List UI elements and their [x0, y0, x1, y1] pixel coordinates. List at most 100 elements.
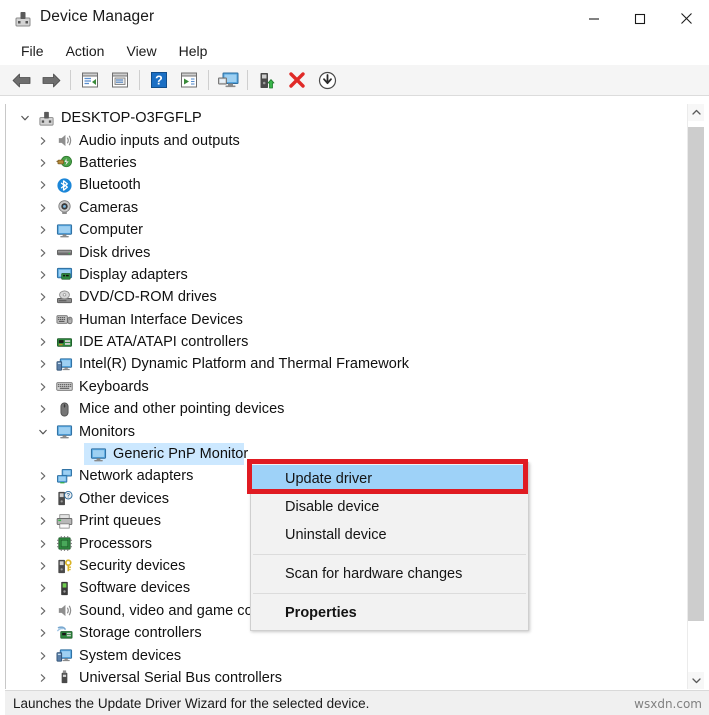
chevron-right-icon[interactable]: [32, 152, 54, 174]
chevron-right-icon[interactable]: [32, 130, 54, 152]
menu-view[interactable]: View: [115, 40, 167, 62]
context-menu-item-update-driver[interactable]: Update driver: [251, 465, 528, 493]
chevron-right-icon[interactable]: [32, 376, 54, 398]
help-button[interactable]: ?: [144, 66, 174, 94]
device-manager-icon: [14, 10, 32, 28]
monitor-icon: [54, 221, 75, 239]
context-menu-separator: [253, 593, 526, 594]
scrollbar-thumb[interactable]: [688, 127, 704, 621]
tree-item-mice-and-other-pointing-devices[interactable]: Mice and other pointing devices: [6, 398, 678, 420]
chevron-right-icon[interactable]: [32, 286, 54, 308]
context-menu-item-scan-for-hardware-changes[interactable]: Scan for hardware changes: [251, 560, 528, 588]
tree-item-keyboards[interactable]: Keyboards: [6, 376, 678, 398]
dvd-drive-icon: [54, 288, 75, 306]
chevron-down-icon[interactable]: [32, 421, 54, 443]
up-one-level-button[interactable]: [75, 66, 105, 94]
forward-button[interactable]: [36, 66, 66, 94]
tree-item-label: Intel(R) Dynamic Platform and Thermal Fr…: [79, 356, 410, 373]
uninstall-device-button[interactable]: [282, 66, 312, 94]
tree-item-label: Other devices: [79, 490, 170, 507]
tree-item-label: DESKTOP-O3FGFLP: [61, 110, 202, 127]
scrollbar-track[interactable]: [688, 121, 704, 672]
chevron-right-icon[interactable]: [32, 465, 54, 487]
tree-item-computer[interactable]: Computer: [6, 219, 678, 241]
tree-item-disk-drives[interactable]: Disk drives: [6, 241, 678, 263]
scroll-up-button[interactable]: [688, 104, 704, 121]
context-menu[interactable]: Update driver Disable device Uninstall d…: [250, 462, 529, 631]
tree-item-root[interactable]: DESKTOP-O3FGFLP: [6, 107, 678, 129]
tree-item-cameras[interactable]: Cameras: [6, 197, 678, 219]
menu-action[interactable]: Action: [55, 40, 116, 62]
minimize-button[interactable]: [571, 0, 617, 37]
chevron-right-icon[interactable]: [32, 219, 54, 241]
tree-item-audio-inputs-and-outputs[interactable]: Audio inputs and outputs: [6, 129, 678, 151]
disable-device-button[interactable]: [312, 66, 342, 94]
toolbar: ?: [0, 65, 709, 96]
chevron-right-icon[interactable]: [32, 555, 54, 577]
context-menu-item-properties[interactable]: Properties: [251, 599, 528, 627]
menu-file[interactable]: File: [10, 40, 55, 62]
chevron-right-icon[interactable]: [32, 488, 54, 510]
chevron-right-icon[interactable]: [32, 577, 54, 599]
tree-item-label: Storage controllers: [79, 625, 202, 642]
tree-item-label: Bluetooth: [79, 177, 141, 194]
chevron-right-icon[interactable]: [32, 174, 54, 196]
chevron-right-icon[interactable]: [32, 242, 54, 264]
close-button[interactable]: [663, 0, 709, 37]
scroll-down-button[interactable]: [688, 672, 704, 689]
chevron-right-icon[interactable]: [32, 197, 54, 219]
chevron-right-icon[interactable]: [32, 309, 54, 331]
scan-hardware-changes-button[interactable]: [213, 66, 243, 94]
software-device-icon: [54, 579, 75, 597]
tree-item-label: Generic PnP Monitor: [113, 446, 249, 463]
camera-icon: [54, 199, 75, 217]
system-device-icon: [54, 647, 75, 665]
tree-item-label: System devices: [79, 647, 182, 664]
tree-item-label: Mice and other pointing devices: [79, 401, 285, 418]
tree-item-label: Disk drives: [79, 244, 151, 261]
maximize-button[interactable]: [617, 0, 663, 37]
chevron-right-icon[interactable]: [32, 331, 54, 353]
tree-item-label: Audio inputs and outputs: [79, 132, 240, 149]
chevron-right-icon[interactable]: [32, 645, 54, 667]
chevron-right-icon[interactable]: [32, 600, 54, 622]
menu-bar: File Action View Help: [0, 37, 709, 65]
tree-item-intel-dynamic-platform-and-thermal-framework[interactable]: Intel(R) Dynamic Platform and Thermal Fr…: [6, 353, 678, 375]
update-driver-button[interactable]: [252, 66, 282, 94]
chevron-right-icon[interactable]: [32, 622, 54, 644]
toolbar-separator: [139, 70, 140, 90]
tree-item-system-devices[interactable]: System devices: [6, 644, 678, 666]
chevron-right-icon[interactable]: [32, 398, 54, 420]
tree-item-batteries[interactable]: Batteries: [6, 152, 678, 174]
usb-icon: [54, 669, 75, 687]
tree-item-monitors[interactable]: Monitors: [6, 420, 678, 442]
chevron-right-icon[interactable]: [32, 510, 54, 532]
chevron-right-icon[interactable]: [32, 533, 54, 555]
context-menu-item-disable-device[interactable]: Disable device: [251, 493, 528, 521]
chevron-right-icon[interactable]: [32, 353, 54, 375]
vertical-scrollbar[interactable]: [687, 104, 704, 689]
speaker-icon: [54, 132, 75, 150]
tree-item-label: Computer: [79, 222, 144, 239]
tree-item-universal-serial-bus-controllers[interactable]: Universal Serial Bus controllers: [6, 667, 678, 689]
chevron-right-icon[interactable]: [32, 667, 54, 689]
tree-item-ide-ata-atapi-controllers[interactable]: IDE ATA/ATAPI controllers: [6, 331, 678, 353]
chevron-right-icon[interactable]: [32, 264, 54, 286]
monitor-icon: [54, 423, 75, 441]
other-device-icon: ?: [54, 490, 75, 508]
tree-item-label: Display adapters: [79, 266, 188, 283]
show-hide-console-tree-button[interactable]: [174, 66, 204, 94]
context-menu-item-uninstall-device[interactable]: Uninstall device: [251, 521, 528, 549]
watermark: wsxdn.com: [634, 697, 702, 711]
storage-controller-icon: [54, 624, 75, 642]
toolbar-separator: [247, 70, 248, 90]
tree-item-dvd-cd-rom-drives[interactable]: DVD/CD-ROM drives: [6, 286, 678, 308]
tree-item-bluetooth[interactable]: Bluetooth: [6, 174, 678, 196]
chevron-down-icon[interactable]: [14, 107, 36, 129]
back-button[interactable]: [6, 66, 36, 94]
tree-item-label: Print queues: [79, 513, 162, 530]
tree-item-human-interface-devices[interactable]: Human Interface Devices: [6, 309, 678, 331]
menu-help[interactable]: Help: [168, 40, 219, 62]
properties-button[interactable]: [105, 66, 135, 94]
tree-item-display-adapters[interactable]: Display adapters: [6, 264, 678, 286]
